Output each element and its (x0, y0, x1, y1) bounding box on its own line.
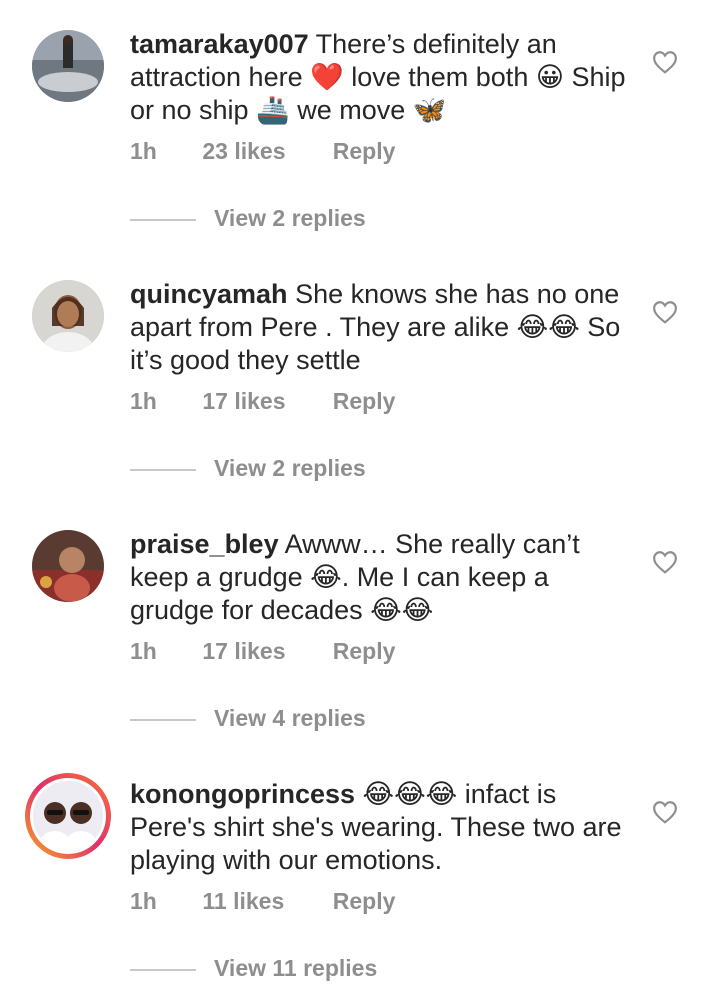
comment-meta: 1h 17 likes Reply (130, 388, 395, 415)
reply-button[interactable]: Reply (333, 638, 396, 665)
comment-item: konongoprincess 😂😂😂 infact is Pere's shi… (0, 750, 720, 1000)
view-replies-label: View 2 replies (214, 205, 366, 231)
avatar-story-ring[interactable] (25, 773, 111, 859)
comment-time: 1h (130, 638, 157, 664)
view-replies-button[interactable]: View 2 replies (130, 205, 366, 232)
comment-time: 1h (130, 388, 157, 414)
comment-likes[interactable]: 23 likes (202, 138, 326, 165)
view-replies-button[interactable]: View 11 replies (130, 955, 377, 982)
comment-item: praise_bley Awww… She really can’t keep … (0, 500, 720, 750)
comment-time: 1h (130, 138, 157, 164)
avatar[interactable] (32, 530, 104, 602)
view-replies-label: View 2 replies (214, 455, 366, 481)
reply-button[interactable]: Reply (333, 388, 396, 415)
comment-item: quincyamah She knows she has no one apar… (0, 250, 720, 500)
replies-divider (130, 218, 196, 221)
comment-likes[interactable]: 17 likes (202, 638, 326, 665)
comment-username[interactable]: praise_bley (130, 529, 279, 559)
avatar-ring-inner (30, 778, 106, 854)
reply-button[interactable]: Reply (333, 888, 396, 915)
comment-username[interactable]: tamarakay007 (130, 29, 309, 59)
comment-item: tamarakay007 There’s definitely an attra… (0, 0, 720, 250)
view-replies-button[interactable]: View 4 replies (130, 705, 366, 732)
comment-username[interactable]: quincyamah (130, 279, 288, 309)
view-replies-label: View 11 replies (214, 955, 378, 981)
view-replies-label: View 4 replies (214, 705, 366, 731)
reply-button[interactable]: Reply (333, 138, 396, 165)
comment-text: praise_bley Awww… She really can’t keep … (130, 528, 630, 627)
comment-text: konongoprincess 😂😂😂 infact is Pere's shi… (130, 778, 630, 877)
avatar (33, 781, 103, 851)
view-replies-button[interactable]: View 2 replies (130, 455, 366, 482)
avatar[interactable] (32, 280, 104, 352)
comment-text: quincyamah She knows she has no one apar… (130, 278, 630, 377)
heart-outline-icon[interactable] (652, 300, 678, 324)
comment-time: 1h (130, 888, 157, 914)
replies-divider (130, 968, 196, 971)
comment-meta: 1h 23 likes Reply (130, 138, 395, 165)
comment-meta: 1h 17 likes Reply (130, 638, 395, 665)
replies-divider (130, 718, 196, 721)
heart-outline-icon[interactable] (652, 50, 678, 74)
heart-outline-icon[interactable] (652, 550, 678, 574)
heart-outline-icon[interactable] (652, 800, 678, 824)
comment-likes[interactable]: 17 likes (202, 388, 326, 415)
replies-divider (130, 468, 196, 471)
comment-likes[interactable]: 11 likes (202, 888, 326, 915)
comment-meta: 1h 11 likes Reply (130, 888, 395, 915)
avatar[interactable] (32, 30, 104, 102)
comment-text: tamarakay007 There’s definitely an attra… (130, 28, 630, 127)
comment-username[interactable]: konongoprincess (130, 779, 355, 809)
